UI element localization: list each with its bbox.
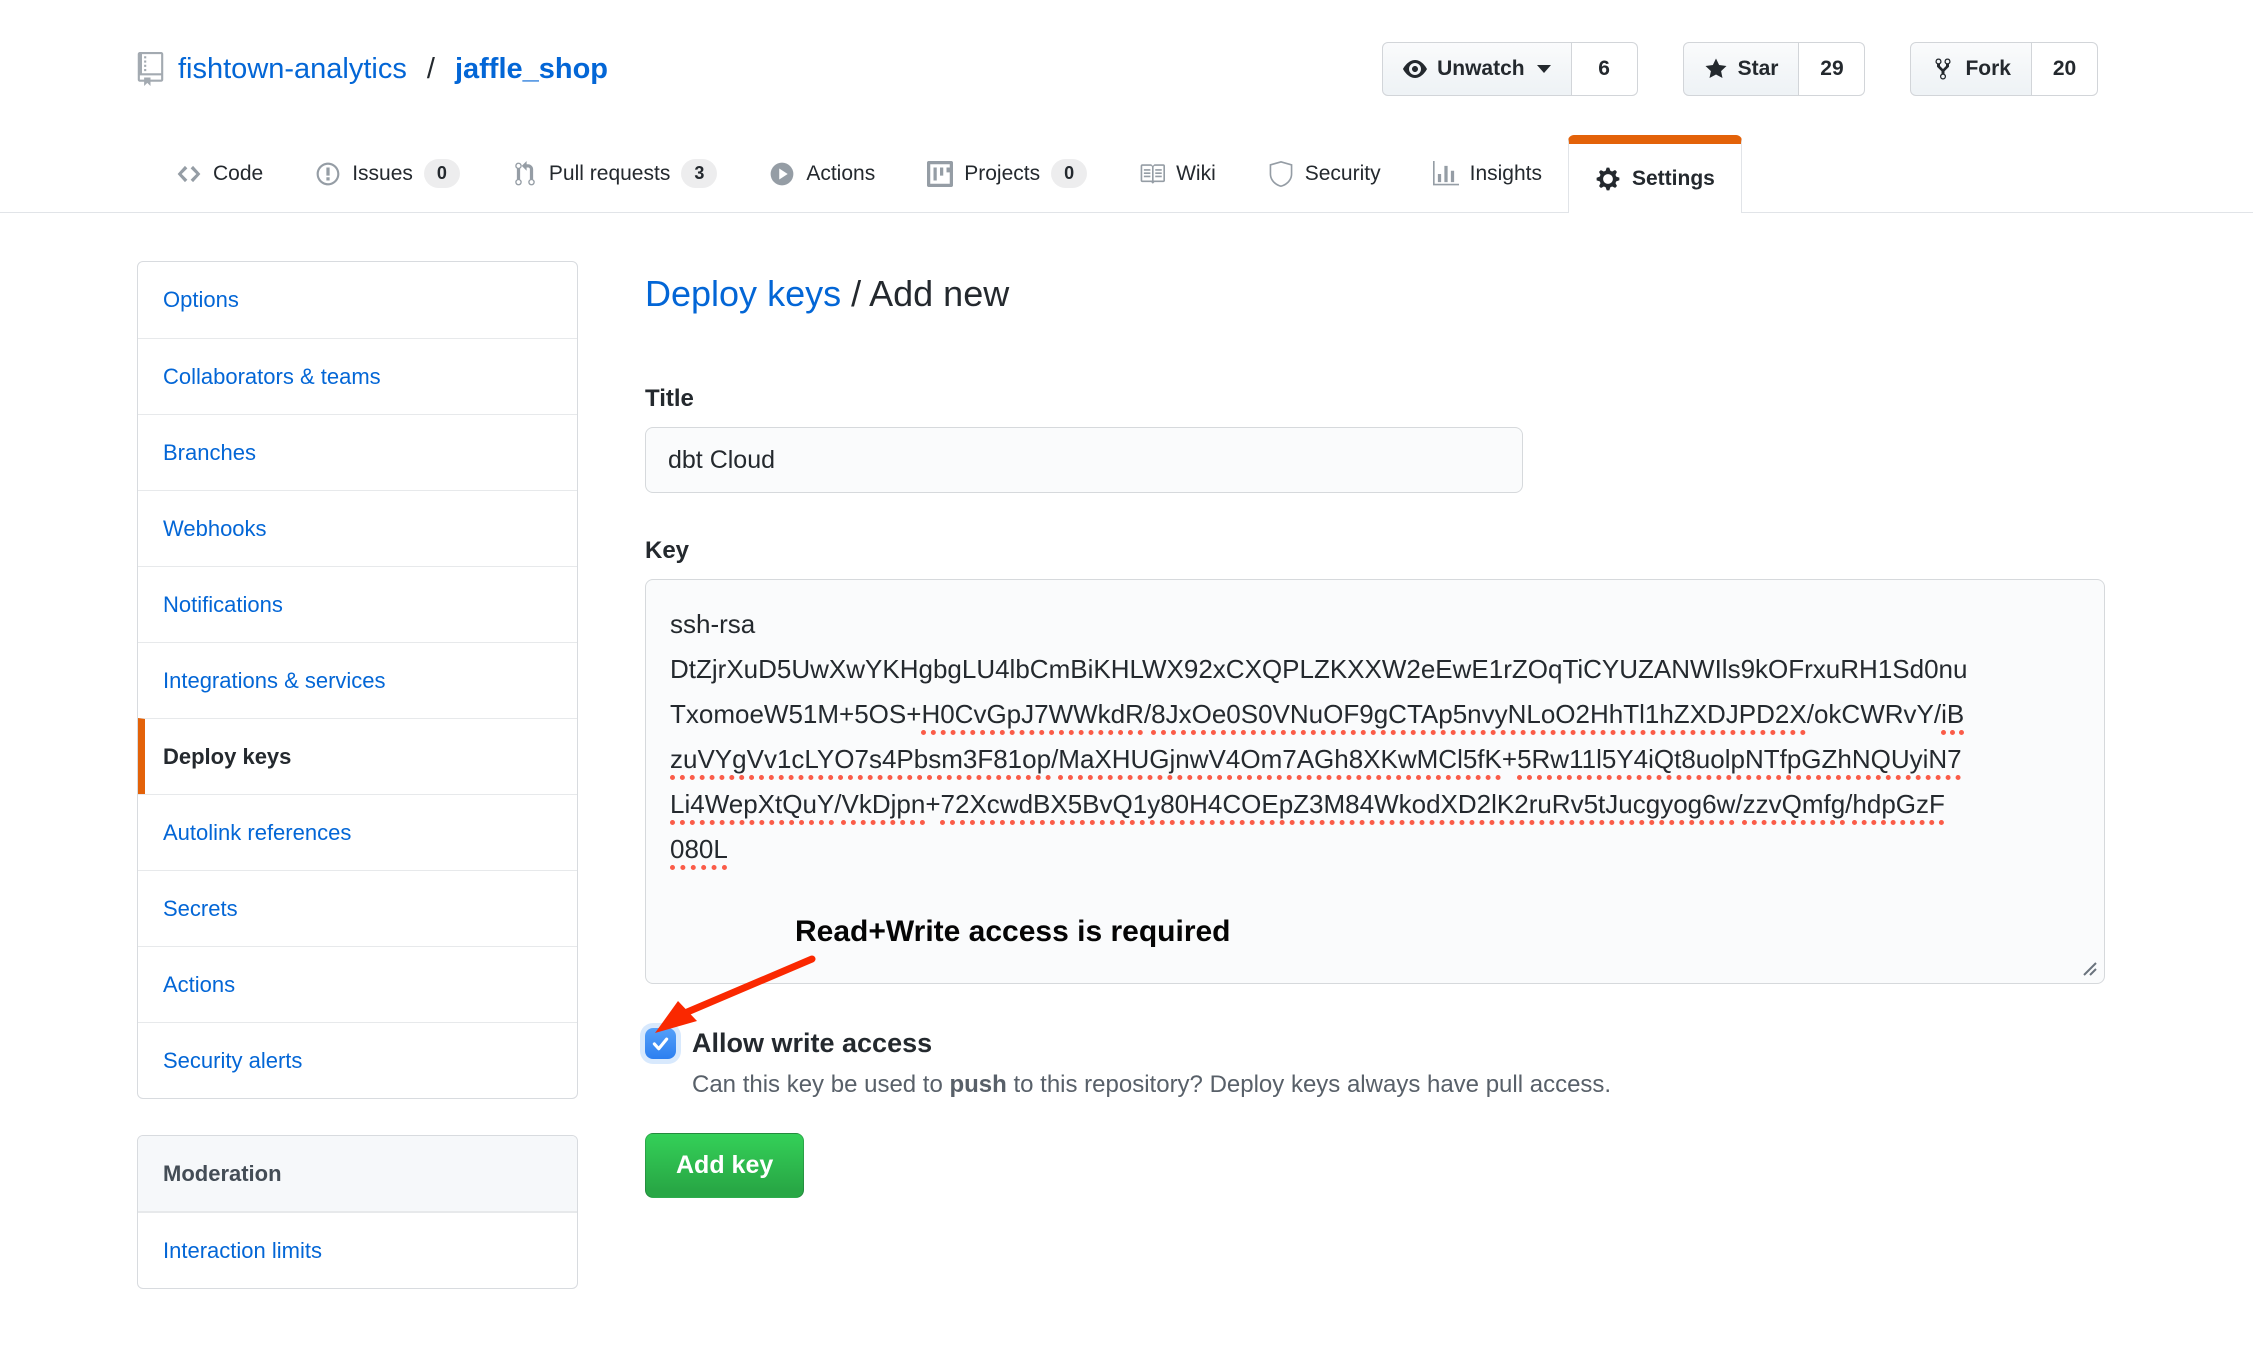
deploy-key-form: Deploy keys / Add new Title Key ssh-rsaD… bbox=[645, 261, 2105, 1198]
stargazers-count[interactable]: 29 bbox=[1799, 42, 1865, 96]
sidebar-item-deploy-keys[interactable]: Deploy keys bbox=[138, 718, 577, 794]
sidebar-item-webhooks[interactable]: Webhooks bbox=[138, 490, 577, 566]
issue-opened-icon bbox=[315, 161, 341, 187]
fork-icon bbox=[1931, 57, 1955, 81]
tab-label: Pull requests bbox=[549, 162, 670, 186]
key-text: ssh-rsaDtZjrXuD5UwXwYKHgbgLU4lbCmBiKHLWX… bbox=[670, 602, 2080, 872]
tab-issues[interactable]: Issues 0 bbox=[289, 135, 486, 212]
moderation-menu: Moderation Interaction limits bbox=[137, 1135, 578, 1289]
repo-actions: Unwatch 6 Star 29 Fork bbox=[1382, 42, 2098, 96]
key-line: DtZjrXuD5UwXwYKHgbgLU4lbCmBiKHLWX92xCXQP… bbox=[670, 647, 2080, 692]
add-key-button[interactable]: Add key bbox=[645, 1133, 804, 1198]
repo-name-link[interactable]: jaffle_shop bbox=[455, 53, 608, 86]
sidebar-item-security-alerts[interactable]: Security alerts bbox=[138, 1022, 577, 1098]
tab-security[interactable]: Security bbox=[1242, 135, 1407, 212]
gear-icon bbox=[1595, 166, 1621, 192]
github-settings-page: fishtown-analytics / jaffle_shop Unwatch… bbox=[0, 0, 2253, 1349]
watchers-count[interactable]: 6 bbox=[1572, 42, 1638, 96]
key-line: zuVYgVv1cLYO7s4Pbsm3F81op/MaXHUGjnwV4Om7… bbox=[670, 737, 2080, 782]
fork-label: Fork bbox=[1965, 57, 2011, 81]
tab-label: Code bbox=[213, 162, 263, 186]
shield-icon bbox=[1268, 161, 1294, 187]
repo-nav: Code Issues 0 Pull requests 3 Actions Pr… bbox=[0, 135, 2253, 213]
tab-projects[interactable]: Projects 0 bbox=[901, 135, 1113, 212]
issues-counter: 0 bbox=[424, 159, 460, 188]
star-button-group: Star 29 bbox=[1683, 42, 1866, 96]
tab-code[interactable]: Code bbox=[150, 135, 289, 212]
deploy-keys-link[interactable]: Deploy keys bbox=[645, 273, 841, 314]
book-icon bbox=[1139, 161, 1165, 187]
breadcrumb-current: Add new bbox=[869, 273, 1009, 314]
sidebar-item-collaborators-teams[interactable]: Collaborators & teams bbox=[138, 338, 577, 414]
tab-wiki[interactable]: Wiki bbox=[1113, 135, 1242, 212]
settings-menu: Options Collaborators & teams Branches W… bbox=[137, 261, 578, 1099]
sidebar-item-autolink-references[interactable]: Autolink references bbox=[138, 794, 577, 870]
star-button[interactable]: Star bbox=[1683, 42, 1800, 96]
star-icon bbox=[1704, 57, 1728, 81]
tab-actions[interactable]: Actions bbox=[743, 135, 901, 212]
repo-breadcrumb: fishtown-analytics / jaffle_shop bbox=[137, 52, 608, 86]
title-input[interactable] bbox=[645, 427, 1523, 493]
repo-separator: / bbox=[421, 53, 441, 86]
tab-insights[interactable]: Insights bbox=[1407, 135, 1568, 212]
project-icon bbox=[927, 161, 953, 187]
key-line: Li4WepXtQuY/VkDjpn+72XcwdBX5BvQ1y80H4COE… bbox=[670, 782, 2080, 827]
tab-label: Security bbox=[1305, 162, 1381, 186]
star-label: Star bbox=[1738, 57, 1779, 81]
forks-count[interactable]: 20 bbox=[2032, 42, 2098, 96]
annotation-text: Read+Write access is required bbox=[795, 915, 1231, 949]
projects-counter: 0 bbox=[1051, 159, 1087, 188]
sidebar-item-interaction-limits[interactable]: Interaction limits bbox=[138, 1212, 577, 1288]
caret-down-icon bbox=[1537, 65, 1551, 73]
sidebar-item-actions[interactable]: Actions bbox=[138, 946, 577, 1022]
tab-settings[interactable]: Settings bbox=[1568, 135, 1742, 213]
tab-label: Wiki bbox=[1176, 162, 1216, 186]
sidebar-item-integrations-services[interactable]: Integrations & services bbox=[138, 642, 577, 718]
tab-label: Actions bbox=[806, 162, 875, 186]
allow-write-access-label[interactable]: Allow write access bbox=[692, 1028, 932, 1059]
unwatch-label: Unwatch bbox=[1437, 57, 1525, 81]
unwatch-button[interactable]: Unwatch bbox=[1382, 42, 1572, 96]
sidebar-item-secrets[interactable]: Secrets bbox=[138, 870, 577, 946]
allow-write-access-checkbox[interactable] bbox=[645, 1028, 676, 1059]
sidebar-item-options[interactable]: Options bbox=[138, 262, 577, 338]
play-icon bbox=[769, 161, 795, 187]
breadcrumb-separator: / bbox=[841, 273, 869, 314]
moderation-header: Moderation bbox=[138, 1136, 577, 1212]
tab-label: Issues bbox=[352, 162, 413, 186]
resize-handle-icon[interactable] bbox=[2080, 959, 2098, 977]
tab-label: Settings bbox=[1632, 167, 1715, 191]
tab-label: Insights bbox=[1470, 162, 1542, 186]
settings-sidebar: Options Collaborators & teams Branches W… bbox=[137, 261, 578, 1289]
key-line: ssh-rsa bbox=[670, 602, 2080, 647]
watch-button-group: Unwatch 6 bbox=[1382, 42, 1638, 96]
checkmark-icon bbox=[650, 1033, 671, 1054]
pull-requests-counter: 3 bbox=[681, 159, 717, 188]
eye-icon bbox=[1403, 57, 1427, 81]
tab-label: Projects bbox=[964, 162, 1040, 186]
key-label: Key bbox=[645, 537, 2105, 565]
sidebar-item-notifications[interactable]: Notifications bbox=[138, 566, 577, 642]
sidebar-item-branches[interactable]: Branches bbox=[138, 414, 577, 490]
key-line: TxomoeW51M+5OS+H0CvGpJ7WWkdR/8JxOe0S0VNu… bbox=[670, 692, 2080, 737]
write-access-help-text: Can this key be used to push to this rep… bbox=[692, 1071, 2105, 1099]
repo-icon bbox=[137, 52, 164, 86]
tab-pull-requests[interactable]: Pull requests 3 bbox=[486, 135, 743, 212]
repo-header: fishtown-analytics / jaffle_shop Unwatch… bbox=[0, 0, 2253, 96]
fork-button-group: Fork 20 bbox=[1910, 42, 2098, 96]
pull-request-icon bbox=[512, 161, 538, 187]
code-icon bbox=[176, 161, 202, 187]
repo-owner-link[interactable]: fishtown-analytics bbox=[178, 53, 407, 86]
graph-icon bbox=[1433, 161, 1459, 187]
title-label: Title bbox=[645, 385, 2105, 413]
fork-button[interactable]: Fork bbox=[1910, 42, 2032, 96]
page-title: Deploy keys / Add new bbox=[645, 273, 2105, 315]
key-line: 080L bbox=[670, 827, 2080, 872]
